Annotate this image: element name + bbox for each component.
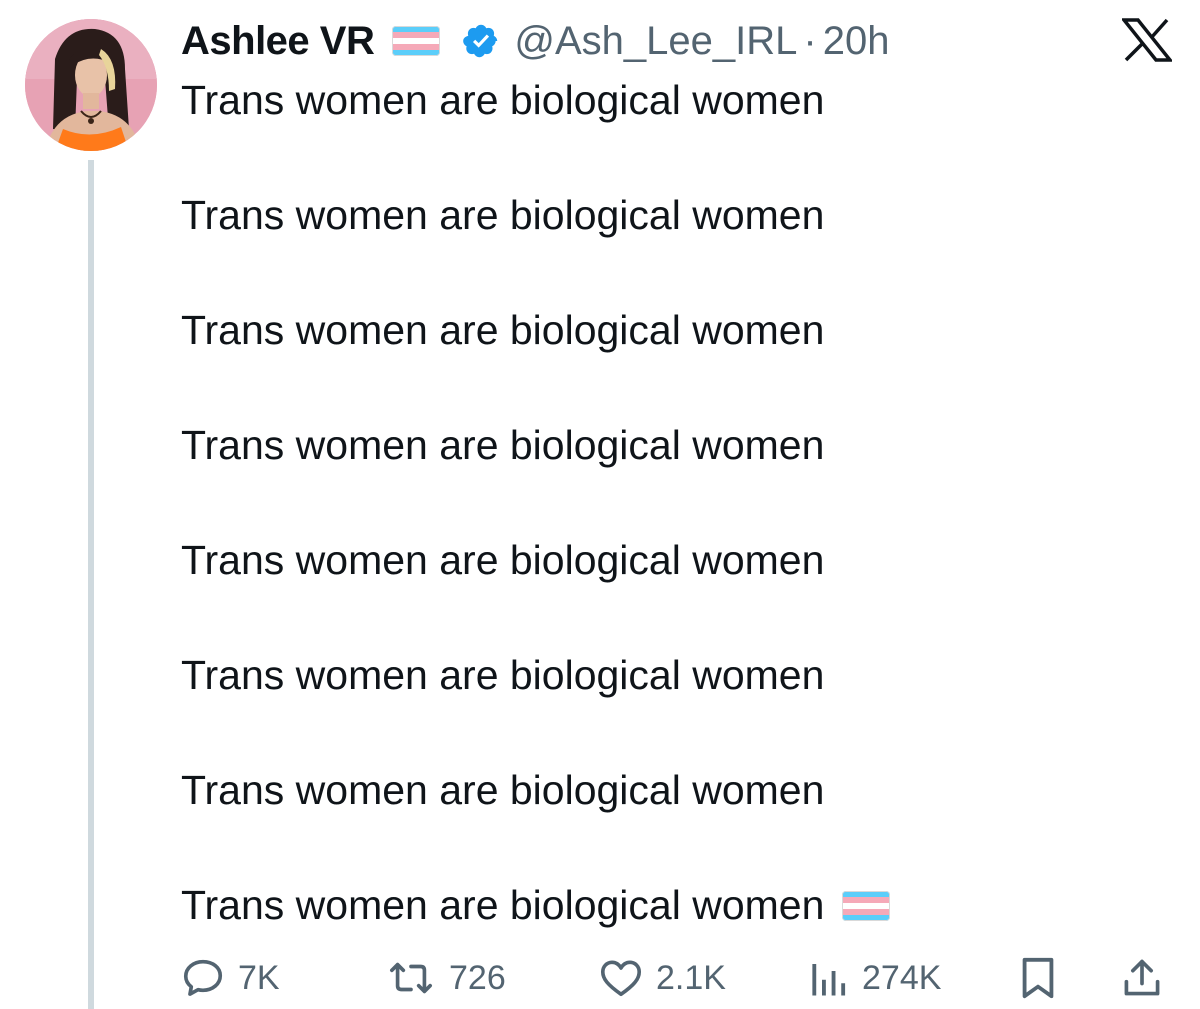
- bookmark-icon: [1018, 955, 1058, 1001]
- bookmark-button[interactable]: [1018, 950, 1058, 1006]
- post-time[interactable]: 20h: [823, 19, 890, 64]
- thread-line: [88, 160, 94, 1009]
- repost-count: 726: [449, 958, 506, 997]
- reply-button[interactable]: 7K: [180, 950, 280, 1006]
- tweet-body: Trans women are biological women Trans w…: [181, 72, 1161, 937]
- tweet-line: Trans women are biological women: [181, 767, 825, 813]
- transgender-flag-icon: [392, 26, 441, 56]
- repost-button[interactable]: 726: [385, 950, 506, 1006]
- tweet-line-text: Trans women are biological women: [181, 882, 825, 928]
- tweet-line: Trans women are biological women: [181, 537, 825, 583]
- tweet-line: Trans women are biological women: [181, 192, 825, 238]
- tweet-line: Trans women are biological women: [181, 307, 825, 353]
- repost-icon: [385, 955, 437, 1001]
- x-logo-icon: [1122, 18, 1172, 62]
- display-name[interactable]: Ashlee VR: [181, 19, 375, 64]
- share-icon: [1120, 955, 1164, 1001]
- author-handle[interactable]: @Ash_Lee_IRL: [514, 19, 797, 64]
- reply-icon: [180, 955, 226, 1001]
- tweet-line: Trans women are biological women: [181, 422, 825, 468]
- like-button[interactable]: 2.1K: [598, 950, 726, 1006]
- tweet-line: Trans women are biological women: [181, 77, 825, 123]
- reply-count: 7K: [238, 958, 280, 997]
- tweet-line: Trans women are biological women: [181, 652, 825, 698]
- views-button[interactable]: 274K: [808, 950, 941, 1006]
- views-chart-icon: [808, 955, 850, 1001]
- share-button[interactable]: [1120, 950, 1164, 1006]
- like-count: 2.1K: [656, 958, 726, 997]
- separator-dot: ·: [803, 18, 817, 63]
- heart-icon: [598, 955, 644, 1001]
- action-bar: 7K 726 2.1K 274K: [180, 950, 1170, 1006]
- avatar[interactable]: [25, 19, 157, 151]
- tweet-line-last: Trans women are biological women: [181, 877, 1161, 937]
- views-count: 274K: [862, 958, 942, 997]
- transgender-flag-icon: [842, 891, 891, 922]
- verified-badge-icon[interactable]: [462, 22, 500, 60]
- tweet-header: Ashlee VR @Ash_Lee_IRL · 20h: [181, 14, 889, 68]
